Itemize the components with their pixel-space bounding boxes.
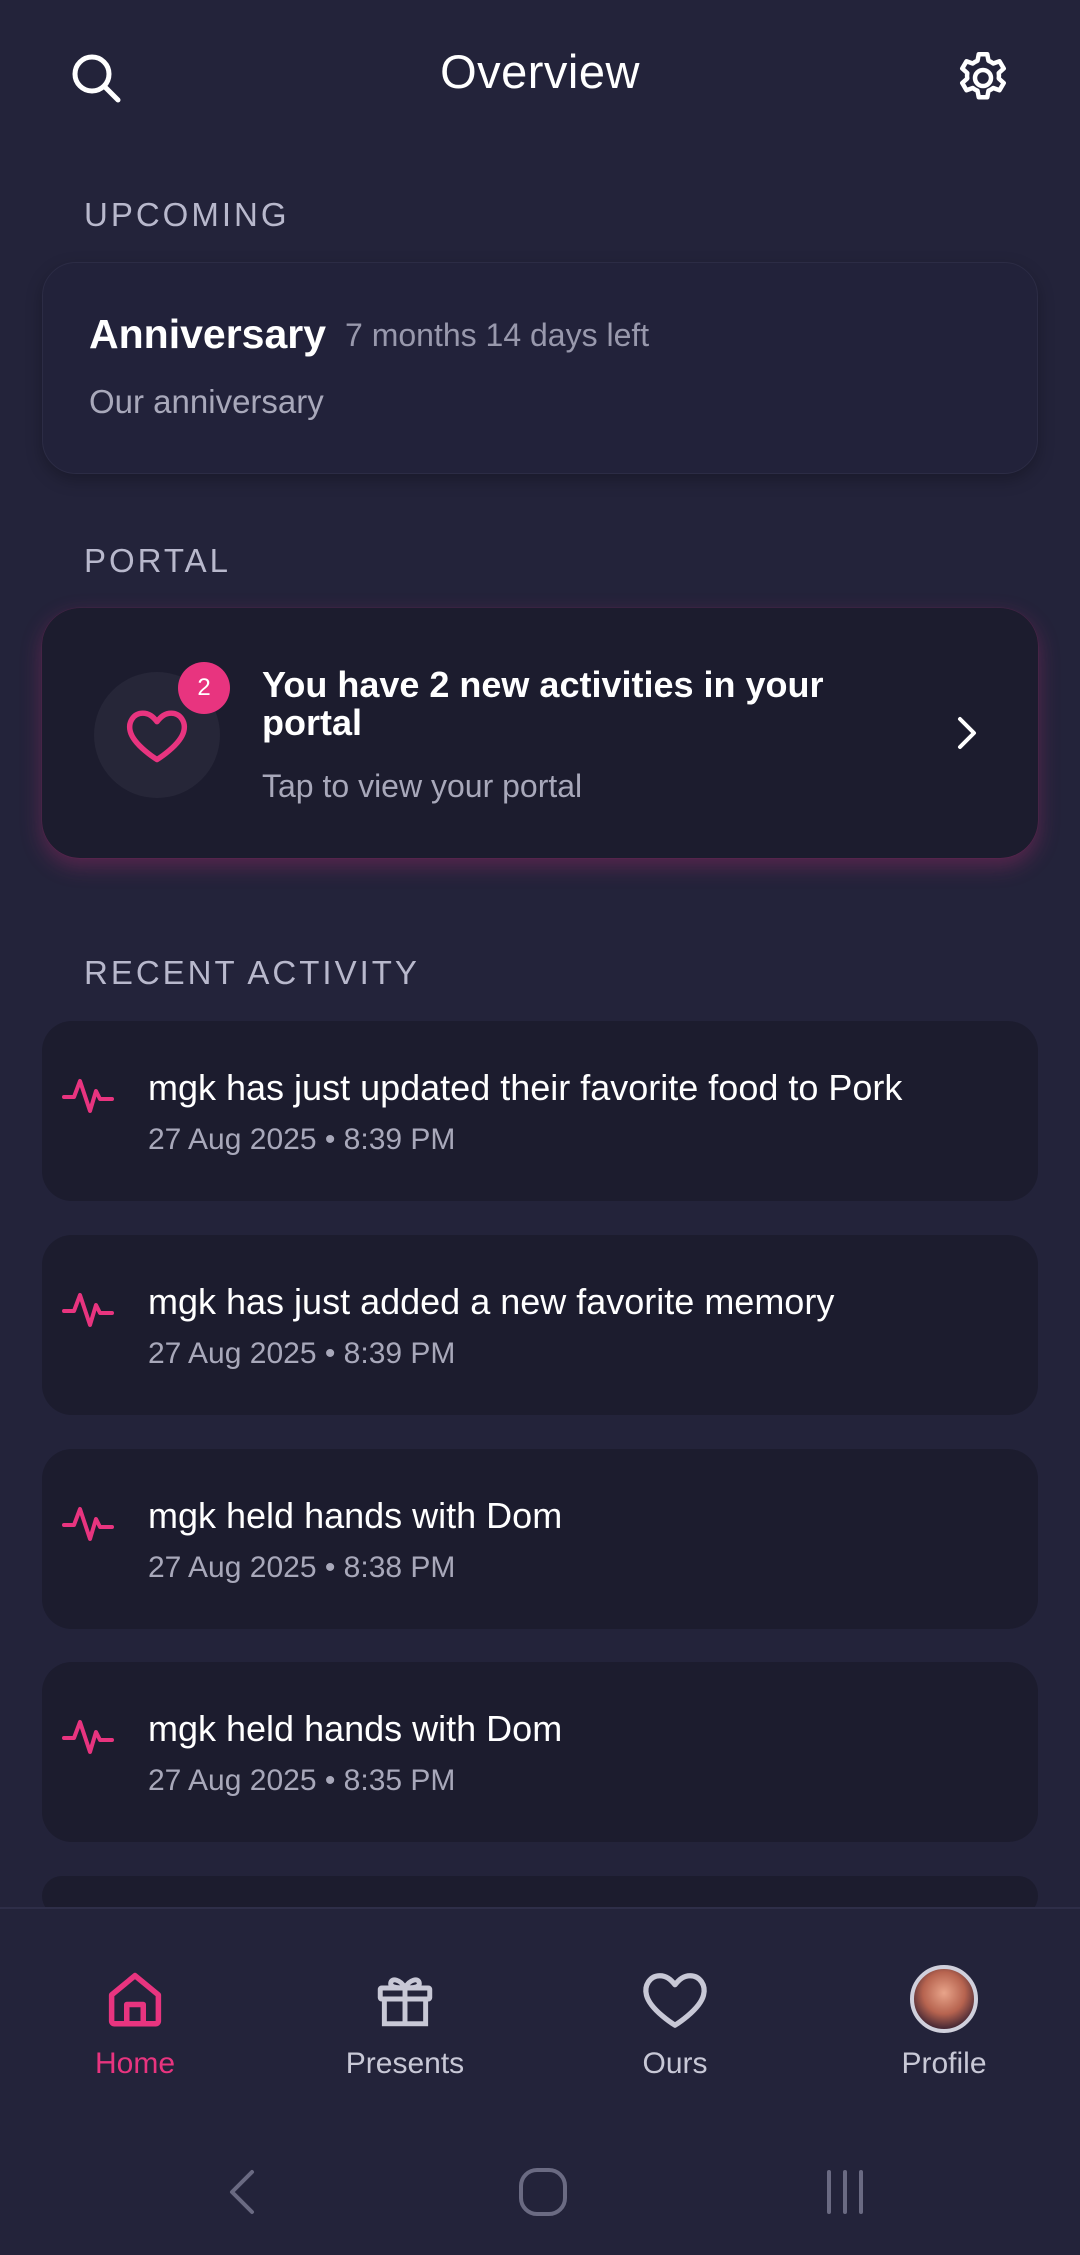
- app-screen: Overview UPCOMING Anniversary 7 months 1…: [0, 0, 1080, 2255]
- top-app-bar: Overview: [0, 0, 1080, 150]
- activity-timestamp: 27 Aug 2025 • 8:39 PM: [148, 1123, 456, 1156]
- activity-text: mgk held hands with Dom: [148, 1708, 563, 1749]
- upcoming-title: Anniversary: [89, 311, 327, 357]
- activity-item[interactable]: mgk held hands with Dom 27 Aug 2025 • 8:…: [42, 1662, 1038, 1842]
- nav-profile-label: Profile: [901, 2047, 987, 2080]
- nav-ours-label: Ours: [642, 2047, 708, 2080]
- home-icon: [108, 1972, 162, 2027]
- nav-home-label: Home: [94, 2047, 176, 2080]
- activity-pulse-icon: [62, 1720, 114, 1754]
- back-icon: [230, 2170, 254, 2214]
- activity-timestamp: 27 Aug 2025 • 8:35 PM: [148, 1764, 456, 1797]
- activity-timestamp: 27 Aug 2025 • 8:39 PM: [148, 1337, 456, 1370]
- recents-icon: [827, 2170, 863, 2214]
- portal-card[interactable]: 2 You have 2 new activities in your port…: [42, 608, 1038, 858]
- activity-pulse-icon: [62, 1507, 114, 1541]
- activity-pulse-icon: [62, 1293, 114, 1327]
- activity-pulse-icon: [62, 1079, 114, 1113]
- section-recent-label: RECENT ACTIVITY: [84, 954, 420, 991]
- settings-button[interactable]: [943, 38, 1023, 118]
- system-back-button[interactable]: [212, 2162, 272, 2222]
- system-navigation-bar: [0, 2140, 1080, 2240]
- notification-badge: 2: [178, 662, 230, 714]
- system-recents-button[interactable]: [815, 2162, 875, 2222]
- nav-profile[interactable]: Profile: [844, 1961, 1044, 2101]
- page-title: Overview: [440, 45, 640, 98]
- nav-presents[interactable]: Presents: [305, 1961, 505, 2101]
- upcoming-description: Our anniversary: [89, 383, 324, 420]
- chevron-right-icon: [942, 708, 992, 758]
- gear-icon: [960, 52, 1006, 100]
- upcoming-card[interactable]: Anniversary 7 months 14 days left Our an…: [42, 262, 1038, 474]
- activity-text: mgk held hands with Dom: [148, 1495, 563, 1536]
- heart-icon: [643, 1973, 707, 2028]
- gift-icon: [377, 1977, 433, 2027]
- system-home-button[interactable]: [513, 2162, 573, 2222]
- activity-text: mgk has just updated their favorite food…: [148, 1067, 903, 1108]
- nav-home[interactable]: Home: [35, 1961, 235, 2101]
- activity-text: mgk has just added a new favorite memory: [148, 1281, 835, 1322]
- activity-timestamp: 27 Aug 2025 • 8:38 PM: [148, 1551, 456, 1584]
- portal-subtitle: Tap to view your portal: [262, 768, 583, 804]
- activity-item[interactable]: mgk held hands with Dom 27 Aug 2025 • 8:…: [42, 1449, 1038, 1629]
- portal-title: You have 2 new activities in your portal: [262, 664, 824, 743]
- section-upcoming-label: UPCOMING: [84, 196, 290, 233]
- activity-item[interactable]: mgk has just added a new favorite memory…: [42, 1235, 1038, 1415]
- avatar: [910, 1965, 978, 2033]
- upcoming-countdown: 7 months 14 days left: [345, 317, 650, 353]
- heart-icon: [127, 710, 187, 763]
- section-portal-label: PORTAL: [84, 542, 231, 579]
- nav-ours[interactable]: Ours: [575, 1961, 775, 2101]
- nav-presents-label: Presents: [345, 2047, 465, 2080]
- home-square-icon: [519, 2168, 567, 2216]
- activity-item[interactable]: mgk has just updated their favorite food…: [42, 1021, 1038, 1201]
